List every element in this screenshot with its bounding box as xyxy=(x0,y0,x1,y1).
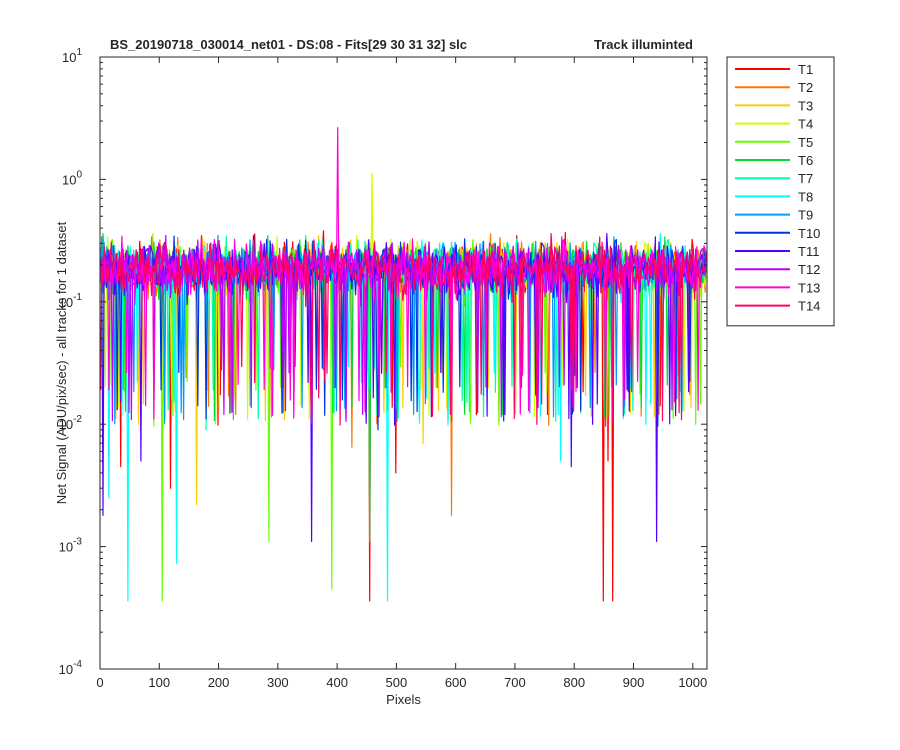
legend-label-t8: T8 xyxy=(798,189,813,204)
legend-label-t14: T14 xyxy=(798,299,820,314)
y-tick-exponent: -2 xyxy=(73,414,82,425)
y-tick-exponent: -3 xyxy=(73,537,82,548)
legend-label-t4: T4 xyxy=(798,117,813,132)
y-axis-label: Net Signal (ADU/pix/sec) - all tracks fo… xyxy=(54,221,69,504)
x-tick-label: 900 xyxy=(623,675,645,690)
x-tick-label: 200 xyxy=(208,675,230,690)
legend-label-t7: T7 xyxy=(798,171,813,186)
chart-title: BS_20190718_030014_net01 - DS:08 - Fits[… xyxy=(110,37,467,52)
legend-label-t5: T5 xyxy=(798,135,813,150)
y-tick-base: 10 xyxy=(62,50,76,65)
x-tick-label: 400 xyxy=(326,675,348,690)
y-tick-base: 10 xyxy=(62,172,76,187)
y-tick-exponent: 1 xyxy=(76,47,82,58)
y-tick-base: 10 xyxy=(59,540,73,555)
x-axis-label: Pixels xyxy=(386,692,421,707)
x-tick-label: 100 xyxy=(148,675,170,690)
y-tick-base: 10 xyxy=(59,662,73,677)
chart-title-right: Track illuminted xyxy=(594,37,693,52)
x-tick-label: 500 xyxy=(386,675,408,690)
legend-label-t12: T12 xyxy=(798,262,820,277)
legend-label-t1: T1 xyxy=(798,62,813,77)
x-tick-label: 0 xyxy=(96,675,103,690)
chart-figure: 0 100 200 300 400 500 600 700 800 900 1000 10-410-… xyxy=(0,0,900,750)
legend-label-t3: T3 xyxy=(798,98,813,113)
legend-label-t9: T9 xyxy=(798,208,813,223)
legend-label-t6: T6 xyxy=(798,153,813,168)
x-tick-label: 600 xyxy=(445,675,467,690)
legend: T1 T2 T3 T4 T5 T6 T7 T8 T9 T10 T11 T12 T13 T14 xyxy=(726,56,835,327)
x-tick-label: 800 xyxy=(563,675,585,690)
x-tick-label: 1000 xyxy=(678,675,707,690)
x-tick-label: 300 xyxy=(267,675,289,690)
legend-label-t13: T13 xyxy=(798,280,820,295)
legend-label-t10: T10 xyxy=(798,226,820,241)
y-tick-exponent: -1 xyxy=(73,292,82,303)
legend-label-t11: T11 xyxy=(798,244,819,259)
legend-label-t2: T2 xyxy=(798,80,813,95)
y-tick-exponent: 0 xyxy=(76,169,82,180)
y-tick-exponent: -4 xyxy=(73,659,82,670)
x-tick-label: 700 xyxy=(504,675,526,690)
